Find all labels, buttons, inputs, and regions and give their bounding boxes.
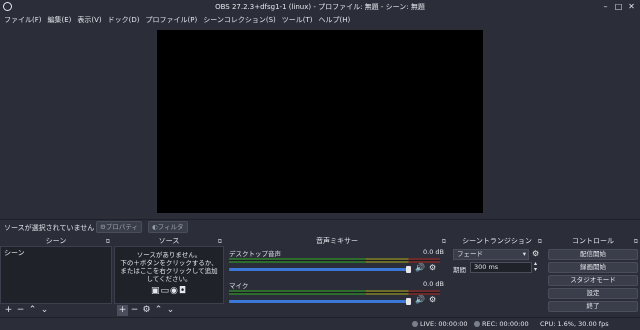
sources-list[interactable]: ソースがありません。 下の＋ボタンをクリックするか、 またはここを右クリックして… xyxy=(114,246,224,304)
speaker-icon[interactable]: 🔊 xyxy=(415,295,425,304)
filters-button[interactable]: ◐フィルタ xyxy=(148,221,188,233)
empty-line: またはここを右クリックして追加 xyxy=(120,267,218,275)
move-up-icon[interactable]: ⌃ xyxy=(153,305,164,316)
scenes-title: シーン xyxy=(45,237,67,245)
volume-slider[interactable] xyxy=(229,300,409,303)
rec-status: REC: 00:00:00 xyxy=(474,320,529,328)
source-toolbar: ソースが選択されていません ⚙プロパティ ◐フィルタ xyxy=(0,219,640,233)
scene-transitions-dock: シーントランジション ⧉ フェード ▾ ⚙ 期間 300 ms ▴ ▾ xyxy=(450,236,544,316)
menu-edit[interactable]: 編集(E) xyxy=(48,15,72,25)
mixer-body: デスクトップ音声 0.0 dB 🔊 ⚙ マイク 0.0 dB 🔊 ⚙ xyxy=(226,246,448,305)
close-icon[interactable]: ✕ xyxy=(626,1,637,12)
status-bar: LIVE: 00:00:00 REC: 00:00:00 CPU: 1.6%, … xyxy=(0,317,640,330)
title-bar: OBS 27.2.3+dfsg1-1 (linux) - プロファイル: 無題 … xyxy=(0,0,640,13)
gear-icon[interactable]: ⚙ xyxy=(429,263,436,272)
empty-line: してください。 xyxy=(146,275,192,283)
mixer-title: 音声ミキサー xyxy=(316,237,358,245)
audio-meter xyxy=(229,258,440,263)
move-down-icon[interactable]: ⌄ xyxy=(39,305,50,316)
sources-title: ソース xyxy=(158,237,180,245)
menu-docks[interactable]: ドック(D) xyxy=(108,15,140,25)
transitions-title: シーントランジション xyxy=(462,237,532,245)
duration-spinner-icon[interactable]: ▴ ▾ xyxy=(534,261,537,273)
undock-icon[interactable]: ⧉ xyxy=(538,237,542,247)
monitor-icon: ▭ xyxy=(160,286,171,296)
gear-icon[interactable]: ⚙ xyxy=(429,295,436,304)
start-recording-button[interactable]: 録画開始 xyxy=(548,262,638,273)
channel-name: デスクトップ音声 xyxy=(229,250,281,258)
transition-select[interactable]: フェード ▾ xyxy=(453,249,529,260)
menu-tools[interactable]: ツール(T) xyxy=(282,15,313,25)
volume-slider-handle[interactable] xyxy=(406,266,411,273)
duration-field[interactable]: 300 ms xyxy=(470,262,532,273)
menu-scene-collection[interactable]: シーンコレクション(S) xyxy=(203,15,276,25)
exit-button[interactable]: 終了 xyxy=(548,301,638,312)
audio-mixer-dock: 音声ミキサー ⧉ デスクトップ音声 0.0 dB 🔊 ⚙ マイク 0.0 dB 🔊… xyxy=(226,236,448,316)
volume-slider[interactable] xyxy=(229,268,409,271)
gear-icon[interactable]: ⚙ xyxy=(532,249,539,258)
duration-label: 期間 xyxy=(453,266,466,274)
channel-db: 0.0 dB xyxy=(423,248,444,256)
controls-title: コントロール xyxy=(572,237,614,245)
speaker-icon[interactable]: 🔊 xyxy=(415,263,425,272)
list-item[interactable]: シーン xyxy=(1,247,111,259)
add-scene-icon[interactable]: + xyxy=(3,305,14,316)
gear-icon[interactable]: ⚙ xyxy=(141,305,152,316)
rec-indicator-icon xyxy=(474,321,480,327)
scenes-list: シーン xyxy=(0,246,112,304)
minimize-icon[interactable]: – xyxy=(600,1,611,12)
sources-dock: ソース ⧉ ソースがありません。 下の＋ボタンをクリックするか、 またはここを右ク… xyxy=(114,236,224,316)
live-status: LIVE: 00:00:00 xyxy=(412,320,468,328)
image-icon: ▣ xyxy=(150,286,161,296)
no-source-selected-label: ソースが選択されていません xyxy=(4,224,95,232)
add-source-icon[interactable]: + xyxy=(117,304,128,316)
menu-profile[interactable]: プロファイル(P) xyxy=(146,15,198,25)
camera-icon: ◘ xyxy=(178,286,187,296)
properties-button[interactable]: ⚙プロパティ xyxy=(96,221,142,233)
undock-icon[interactable]: ⧉ xyxy=(634,237,638,247)
settings-button[interactable]: 設定 xyxy=(548,288,638,299)
source-type-icons: ▣▭◉◘ xyxy=(115,286,223,296)
studio-mode-button[interactable]: スタジオモード xyxy=(548,275,638,286)
menu-view[interactable]: 表示(V) xyxy=(77,15,101,25)
preview-canvas[interactable] xyxy=(157,30,483,213)
menu-help[interactable]: ヘルプ(H) xyxy=(319,15,351,25)
empty-line: ソースがありません。 xyxy=(136,251,202,259)
channel-db: 0.0 dB xyxy=(423,280,444,288)
empty-line: 下の＋ボタンをクリックするか、 xyxy=(120,259,218,267)
audio-meter xyxy=(229,290,440,295)
volume-slider-handle[interactable] xyxy=(406,298,411,305)
channel-name: マイク xyxy=(229,282,249,290)
menu-file[interactable]: ファイル(F) xyxy=(4,15,42,25)
chevron-down-icon: ▾ xyxy=(522,250,526,258)
start-streaming-button[interactable]: 配信開始 xyxy=(548,249,638,260)
cpu-status: CPU: 1.6%, 30.00 fps xyxy=(540,320,609,328)
live-indicator-icon xyxy=(412,321,418,327)
maximize-icon[interactable]: □ xyxy=(613,1,624,12)
remove-scene-icon[interactable]: − xyxy=(15,305,26,316)
remove-source-icon[interactable]: − xyxy=(129,305,140,316)
globe-icon: ◉ xyxy=(170,286,179,296)
window-title: OBS 27.2.3+dfsg1-1 (linux) - プロファイル: 無題 … xyxy=(215,3,425,11)
scenes-dock: シーン ⧉ シーン + − ⌃ ⌄ xyxy=(0,236,112,316)
move-up-icon[interactable]: ⌃ xyxy=(27,305,38,316)
move-down-icon[interactable]: ⌄ xyxy=(165,305,176,316)
menu-bar: ファイル(F) 編集(E) 表示(V) ドック(D) プロファイル(P) シーン… xyxy=(0,13,640,27)
